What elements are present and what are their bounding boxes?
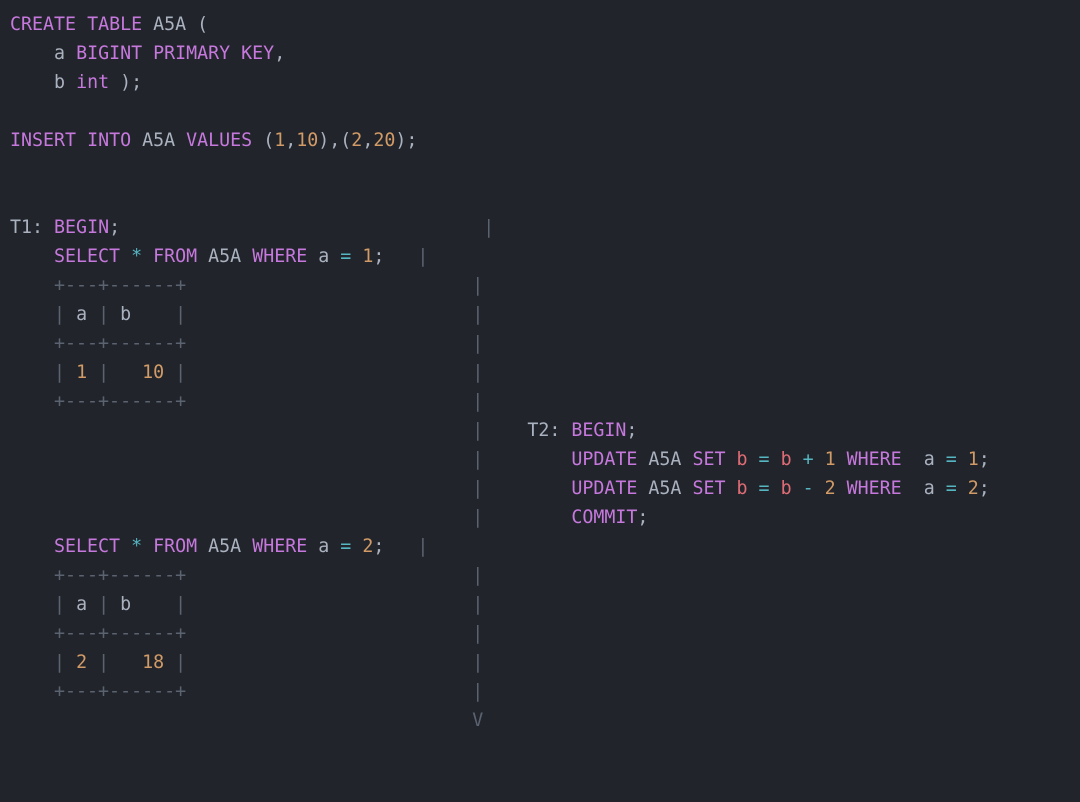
t1-sel1-val: 1 [362, 246, 373, 267]
t2-u2-wval: 2 [968, 478, 979, 499]
insert-v2b: 20 [373, 130, 395, 151]
t2-u1-wcol: a [924, 449, 935, 470]
timeline-pipe: | [472, 420, 483, 441]
t2-u2-set: SET [692, 478, 725, 499]
t1-res1-hdr-b: b [120, 304, 131, 325]
t1-sel2-from: FROM [153, 536, 197, 557]
t1-res1-a: 1 [76, 362, 87, 383]
timeline-pipe: | [472, 594, 483, 615]
timeline-pipe: | [472, 565, 483, 586]
sql-transaction-diagram: CREATE TABLE A5A ( a BIGINT PRIMARY KEY,… [0, 0, 1080, 735]
t2-u1-eq2: = [946, 449, 957, 470]
kw-insert: INSERT [10, 130, 76, 151]
kw-table: TABLE [87, 14, 142, 35]
t2-u1-where: WHERE [847, 449, 902, 470]
timeline-pipe: | [472, 333, 483, 354]
t2-u2-eq2: = [946, 478, 957, 499]
timeline-pipe: | [472, 507, 483, 528]
t2-u1-wval: 1 [968, 449, 979, 470]
t2-u2-lhs: b [737, 478, 748, 499]
t2-commit: COMMIT [571, 507, 637, 528]
table-name: A5A [153, 14, 186, 35]
t2-u1-delta: 1 [825, 449, 836, 470]
t2-u1-table: A5A [648, 449, 681, 470]
timeline-pipe: | [483, 217, 494, 238]
t2-u2-rhs: b [781, 478, 792, 499]
t1-sel2-col: a [318, 536, 329, 557]
kw-values: VALUES [186, 130, 252, 151]
t1-res1-b: 10 [142, 362, 164, 383]
t1-sel2-table: A5A [208, 536, 241, 557]
t2-u1-lhs: b [737, 449, 748, 470]
t2-u2-delta: 2 [825, 478, 836, 499]
t1-sel1-where: WHERE [252, 246, 307, 267]
t2-u1-eq1: = [759, 449, 770, 470]
t2-u1-update: UPDATE [571, 449, 637, 470]
t1-res1-sep: +---+------+ [54, 275, 186, 296]
t1-sel1-table: A5A [208, 246, 241, 267]
type-bigint: BIGINT [76, 43, 142, 64]
timeline-pipe: | [472, 478, 483, 499]
t2-u2-table: A5A [648, 478, 681, 499]
timeline-pipe: | [472, 681, 483, 702]
t2-begin: BEGIN [571, 420, 626, 441]
t1-res2-b: 18 [142, 652, 164, 673]
kw-primary-key: PRIMARY KEY [153, 43, 274, 64]
t1-sel1-col: a [318, 246, 329, 267]
t1-res1-sep: +---+------+ [54, 391, 186, 412]
insert-v1a: 1 [274, 130, 285, 151]
timeline-pipe: | [472, 449, 483, 470]
kw-create: CREATE [10, 14, 76, 35]
kw-into: INTO [87, 130, 131, 151]
t2-u2-eq1: = [759, 478, 770, 499]
t2-u2-where: WHERE [847, 478, 902, 499]
t1-sel2-star: * [131, 536, 142, 557]
timeline-pipe: | [472, 391, 483, 412]
col-a: a [54, 43, 65, 64]
t1-res2-sep: +---+------+ [54, 623, 186, 644]
timeline-pipe: | [472, 304, 483, 325]
t1-res2-hdr-a: a [76, 594, 87, 615]
t1-sel1-eq: = [340, 246, 351, 267]
t1-res2-sep: +---+------+ [54, 681, 186, 702]
t1-res1-hdr-a: a [76, 304, 87, 325]
insert-v2a: 2 [351, 130, 362, 151]
t1-res2-sep: +---+------+ [54, 565, 186, 586]
t2-u1-op: + [803, 449, 814, 470]
t1-sel2-where: WHERE [252, 536, 307, 557]
insert-table: A5A [142, 130, 175, 151]
t2-u2-update: UPDATE [571, 478, 637, 499]
timeline-arrow: V [472, 710, 483, 731]
t1-label: T1: [10, 217, 43, 238]
timeline-pipe: | [417, 536, 428, 557]
t1-begin: BEGIN [54, 217, 109, 238]
t1-res2-hdr-b: b [120, 594, 131, 615]
col-b: b [54, 72, 65, 93]
timeline-pipe: | [472, 623, 483, 644]
t1-sel2-eq: = [340, 536, 351, 557]
t2-u2-wcol: a [924, 478, 935, 499]
t1-sel1-star: * [131, 246, 142, 267]
timeline-pipe: | [472, 362, 483, 383]
t2-u1-rhs: b [781, 449, 792, 470]
timeline-pipe: | [472, 275, 483, 296]
t1-sel2-select: SELECT [54, 536, 120, 557]
insert-v1b: 10 [296, 130, 318, 151]
t1-sel1-from: FROM [153, 246, 197, 267]
t2-u2-op: - [803, 478, 814, 499]
t2-label: T2: [527, 420, 560, 441]
type-int: int [76, 72, 109, 93]
t1-sel1-select: SELECT [54, 246, 120, 267]
timeline-pipe: | [417, 246, 428, 267]
timeline-pipe: | [472, 652, 483, 673]
t1-res1-sep: +---+------+ [54, 333, 186, 354]
t1-res2-a: 2 [76, 652, 87, 673]
t1-sel2-val: 2 [362, 536, 373, 557]
t2-u1-set: SET [692, 449, 725, 470]
